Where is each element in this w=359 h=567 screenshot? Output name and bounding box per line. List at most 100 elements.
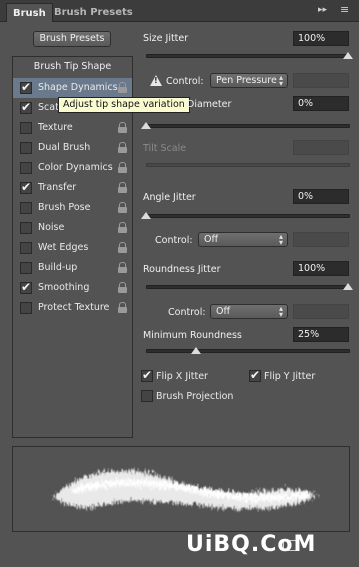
settings-item-brush-pose[interactable]: Brush Pose	[13, 198, 132, 218]
tab-brush[interactable]: Brush	[6, 3, 53, 22]
lock-icon[interactable]	[118, 142, 127, 153]
brush-stroke-image	[53, 470, 318, 509]
flip-y-label: Flip Y Jitter	[264, 371, 316, 382]
min-diameter-field[interactable]: 0%	[293, 96, 349, 111]
roundness-jitter-slider[interactable]	[146, 285, 350, 289]
size-control-amount-field	[293, 73, 349, 88]
lock-icon[interactable]	[118, 202, 127, 213]
angle-control-select[interactable]: Off ▴ ▾	[198, 232, 288, 247]
roundness-control-label: Control:	[168, 307, 206, 318]
size-control-label: Control:	[166, 76, 204, 87]
lock-icon[interactable]	[118, 302, 127, 313]
minimum-roundness-slider[interactable]	[146, 349, 350, 353]
select-arrows-icon: ▴ ▾	[278, 304, 283, 319]
scattering-checkbox[interactable]	[20, 100, 32, 114]
watermark-logo: UiBQ.CoM	[186, 532, 317, 557]
minimum-roundness-label: Minimum Roundness	[143, 330, 242, 341]
settings-item-smoothing[interactable]: Smoothing	[13, 278, 132, 298]
settings-item-protect-texture[interactable]: Protect Texture	[13, 298, 132, 318]
flip-x-label: Flip X Jitter	[156, 371, 208, 382]
settings-item-label: Wet Edges	[38, 242, 89, 253]
tilt-scale-label: Tilt Scale	[143, 143, 187, 154]
transfer-checkbox[interactable]	[20, 180, 32, 194]
color-dynamics-checkbox[interactable]	[20, 162, 32, 174]
lock-icon[interactable]	[118, 82, 127, 93]
settings-item-shape-dynamics[interactable]: Shape Dynamics	[13, 78, 132, 98]
settings-item-wet-edges[interactable]: Wet Edges	[13, 238, 132, 258]
tab-brush-presets[interactable]: Brush Presets	[48, 3, 139, 22]
warning-icon	[150, 75, 162, 86]
build-up-checkbox[interactable]	[20, 262, 32, 274]
roundness-control-select[interactable]: Off ▴ ▾	[210, 304, 288, 319]
settings-item-label: Build-up	[38, 262, 78, 273]
settings-item-label: Noise	[38, 222, 65, 233]
lock-icon[interactable]	[118, 122, 127, 133]
settings-item-color-dynamics[interactable]: Color Dynamics	[13, 158, 132, 178]
settings-item-dual-brush[interactable]: Dual Brush	[13, 138, 132, 158]
lock-icon[interactable]	[118, 182, 127, 193]
smoothing-checkbox[interactable]	[20, 280, 32, 294]
dual-brush-checkbox[interactable]	[20, 142, 32, 154]
min-diameter-label: Diameter	[187, 99, 232, 110]
flip-x-jitter-option[interactable]: Flip X Jitter	[141, 368, 241, 385]
settings-item-texture[interactable]: Texture	[13, 118, 132, 138]
size-control-select[interactable]: Pen Pressure ▴ ▾	[210, 73, 288, 88]
brush-projection-checkbox[interactable]	[141, 390, 153, 402]
lock-icon[interactable]	[118, 242, 127, 253]
size-jitter-field[interactable]: 100%	[293, 31, 349, 46]
collapse-icon[interactable]: ▸▸	[318, 5, 327, 15]
minimum-roundness-slider-thumb[interactable]	[191, 347, 201, 354]
settings-item-label: Smoothing	[38, 282, 90, 293]
roundness-control-value: Off	[216, 306, 231, 317]
tooltip: Adjust tip shape variation	[58, 97, 190, 113]
shape-dynamics-checkbox[interactable]	[20, 80, 32, 94]
settings-item-label: Texture	[38, 122, 73, 133]
angle-jitter-label: Angle Jitter	[143, 192, 196, 203]
brush-tip-shape-item[interactable]: Brush Tip Shape	[13, 57, 132, 77]
panel-menu-icon[interactable]: ≡	[340, 3, 349, 16]
lock-icon[interactable]	[118, 282, 127, 293]
size-control-value: Pen Pressure	[216, 75, 277, 86]
flip-y-jitter-option[interactable]: Flip Y Jitter	[249, 368, 349, 385]
select-arrows-icon: ▴ ▾	[278, 232, 283, 247]
angle-jitter-slider[interactable]	[146, 214, 350, 218]
min-diameter-slider[interactable]	[146, 124, 350, 128]
settings-item-transfer[interactable]: Transfer	[13, 178, 132, 198]
noise-checkbox[interactable]	[20, 222, 32, 234]
flip-y-checkbox[interactable]	[249, 368, 261, 382]
select-arrows-icon: ▴ ▾	[278, 73, 283, 88]
angle-jitter-slider-thumb[interactable]	[141, 212, 151, 219]
settings-item-noise[interactable]: Noise	[13, 218, 132, 238]
roundness-jitter-slider-thumb[interactable]	[343, 283, 353, 290]
size-jitter-slider[interactable]	[146, 54, 350, 58]
wet-edges-checkbox[interactable]	[20, 242, 32, 254]
brush-pose-checkbox[interactable]	[20, 202, 32, 214]
min-diameter-slider-thumb[interactable]	[141, 122, 151, 129]
settings-item-label: Protect Texture	[38, 302, 110, 313]
tab-bar: Brush Brush Presets ▸▸ ≡	[0, 0, 359, 22]
minimum-roundness-field[interactable]: 25%	[293, 327, 349, 342]
protect-texture-checkbox[interactable]	[20, 302, 32, 314]
angle-control-value: Off	[204, 234, 219, 245]
settings-item-label: Color Dynamics	[38, 162, 113, 173]
tilt-scale-field	[293, 140, 349, 155]
flip-x-checkbox[interactable]	[141, 368, 153, 382]
angle-jitter-field[interactable]: 0%	[293, 189, 349, 204]
angle-control-amount-field	[293, 232, 349, 247]
settings-item-label: Transfer	[38, 182, 77, 193]
roundness-jitter-field[interactable]: 100%	[293, 261, 349, 276]
tilt-scale-slider	[146, 163, 350, 167]
brush-presets-button[interactable]: Brush Presets	[33, 31, 111, 47]
size-jitter-slider-thumb[interactable]	[343, 52, 353, 59]
settings-item-label: Shape Dynamics	[38, 82, 118, 93]
lock-icon[interactable]	[118, 222, 127, 233]
settings-item-label: Dual Brush	[38, 142, 91, 153]
brush-stroke-preview	[12, 446, 350, 532]
lock-icon[interactable]	[118, 162, 127, 173]
roundness-jitter-label: Roundness Jitter	[143, 264, 221, 275]
brush-projection-option[interactable]: Brush Projection	[141, 389, 281, 405]
brush-settings-list: Brush Tip Shape Shape Dynamics Scatterin…	[12, 56, 133, 438]
settings-item-build-up[interactable]: Build-up	[13, 258, 132, 278]
texture-checkbox[interactable]	[20, 122, 32, 134]
lock-icon[interactable]	[118, 262, 127, 273]
